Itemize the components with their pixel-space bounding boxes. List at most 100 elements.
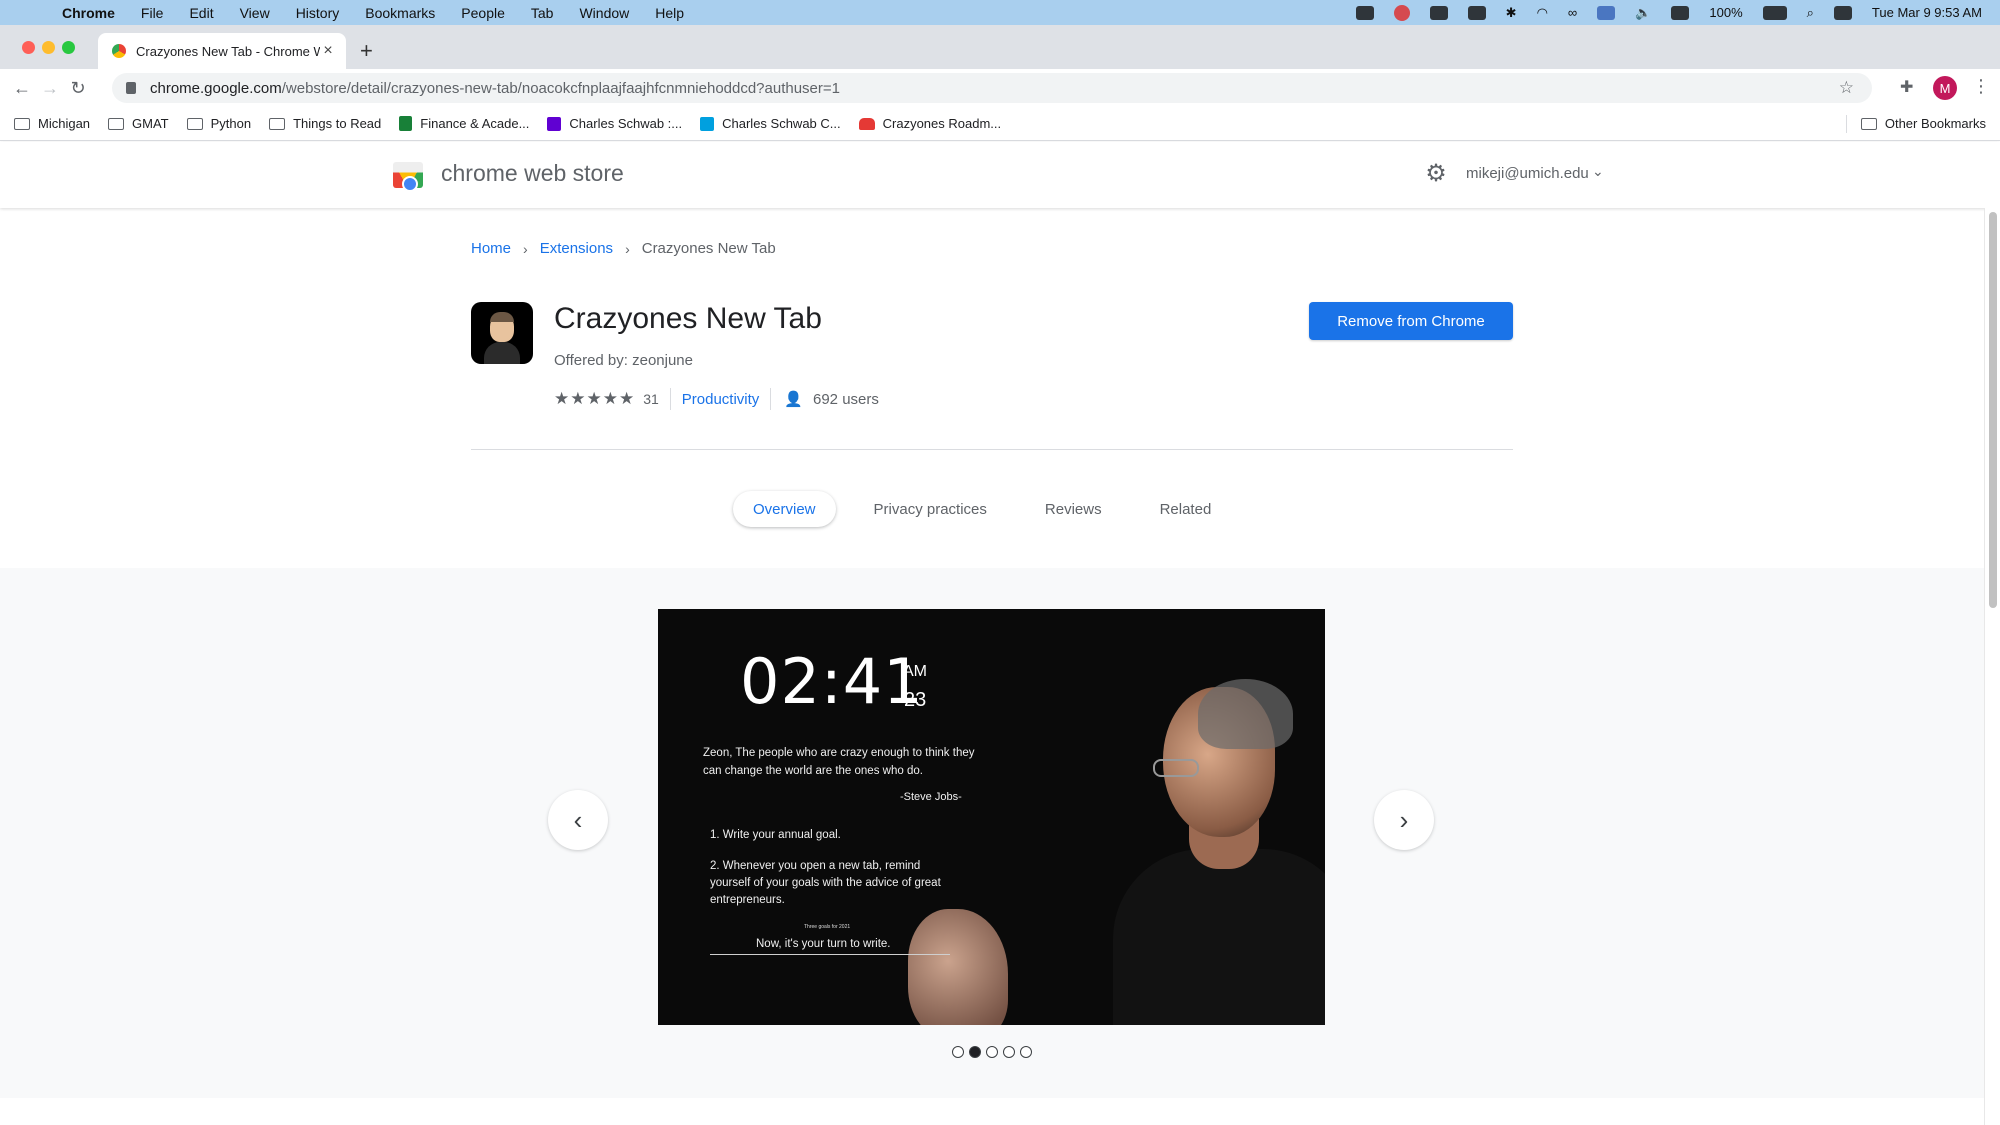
bookmark-finance[interactable]: Finance & Acade... (399, 116, 529, 131)
menu-edit[interactable]: Edit (189, 5, 213, 21)
volume-icon[interactable]: 🔈 (1635, 5, 1651, 21)
reload-button[interactable]: ↻ (64, 74, 92, 102)
bookmark-crazyones-roadmap[interactable]: Crazyones Roadm... (858, 116, 1001, 131)
carousel-dot[interactable] (986, 1046, 998, 1058)
other-bookmarks[interactable]: Other Bookmarks (1860, 116, 1986, 131)
bookmark-michigan[interactable]: Michigan (14, 116, 90, 131)
extension-title: Crazyones New Tab (554, 302, 822, 335)
portrait-hair (1198, 679, 1293, 749)
profile-avatar[interactable]: M (1933, 76, 1957, 100)
bookmark-label: Python (210, 116, 252, 131)
notification-icon[interactable] (1393, 4, 1410, 21)
wifi-icon[interactable]: ◠ (1537, 5, 1548, 21)
folder-icon (108, 117, 125, 130)
item-meta: ★★★★★ 31 Productivity 👤 692 users (554, 388, 879, 410)
back-button[interactable]: ← (8, 74, 36, 102)
previous-slide-button[interactable]: ‹ (548, 790, 608, 850)
close-tab-icon[interactable]: × (320, 42, 336, 60)
category-link[interactable]: Productivity (682, 391, 760, 408)
menu-app-chrome[interactable]: Chrome (62, 5, 115, 21)
flag-icon[interactable] (1597, 5, 1616, 20)
screenshot-goal-1: 1. Write your annual goal. (710, 829, 841, 841)
cloud-icon[interactable] (1467, 5, 1486, 20)
menu-view[interactable]: View (240, 5, 270, 21)
rating-stars[interactable]: ★★★★★ (554, 389, 635, 409)
tab-privacy-practices[interactable]: Privacy practices (854, 491, 1007, 527)
bookmarks-bar: Michigan GMAT Python Things to Read Fina… (0, 107, 2000, 141)
extension-icon-body (484, 342, 520, 364)
menu-clock[interactable]: Tue Mar 9 9:53 AM (1872, 5, 1982, 20)
store-title[interactable]: chrome web store (441, 160, 624, 187)
other-bookmarks-label: Other Bookmarks (1884, 116, 1986, 131)
menu-file[interactable]: File (141, 5, 164, 21)
bookmark-python[interactable]: Python (186, 116, 252, 131)
bookmark-label: Charles Schwab C... (722, 116, 841, 131)
scrollbar-thumb[interactable] (1989, 212, 1997, 608)
menu-people[interactable]: People (461, 5, 505, 21)
meta-divider (770, 388, 772, 410)
apple-menu-icon[interactable] (22, 4, 40, 22)
tab-overview[interactable]: Overview (733, 491, 836, 527)
breadcrumb-current: Crazyones New Tab (641, 240, 776, 257)
glasses-icon[interactable]: ∞ (1568, 5, 1577, 20)
macos-menu-bar: Chrome File Edit View History Bookmarks … (0, 0, 2000, 25)
portrait-hand (908, 909, 1008, 1025)
screenshot-prompt: Now, it's your turn to write. (756, 938, 891, 950)
battery-icon[interactable] (1762, 5, 1787, 20)
account-email[interactable]: mikeji@umich.edu (1466, 165, 1589, 182)
extensions-puzzle-icon[interactable]: ✚ (1900, 77, 1913, 97)
breadcrumb-extensions[interactable]: Extensions (540, 240, 613, 257)
user-count: 692 users (813, 390, 879, 408)
cloud-upload-icon[interactable] (1429, 5, 1448, 20)
menu-window[interactable]: Window (579, 5, 629, 21)
tab-reviews[interactable]: Reviews (1025, 491, 1122, 527)
spotlight-icon[interactable]: ⌕ (1807, 5, 1814, 21)
minimize-window-button[interactable] (42, 41, 55, 54)
schwab-icon (700, 116, 715, 131)
browser-tab-active[interactable]: Crazyones New Tab - Chrome Web Store × (98, 33, 346, 69)
chrome-menu-icon[interactable]: ⋮ (1972, 76, 1990, 97)
webstore-logo-icon[interactable] (393, 162, 423, 192)
gear-icon[interactable]: ⚙ (1424, 162, 1448, 186)
chevron-right-icon: › (523, 240, 528, 257)
portrait-image (1103, 649, 1325, 1025)
breadcrumb-home[interactable]: Home (471, 240, 511, 257)
url-host: chrome.google.com (150, 79, 282, 97)
carousel-dot[interactable] (1020, 1046, 1032, 1058)
carousel-dot[interactable] (1003, 1046, 1015, 1058)
forward-button[interactable]: → (36, 74, 64, 102)
screenshot-author: -Steve Jobs- (900, 791, 962, 803)
control-center-icon[interactable] (1833, 5, 1852, 20)
zoom-window-button[interactable] (62, 41, 75, 54)
battery-percent[interactable]: 100% (1709, 5, 1742, 20)
menu-help[interactable]: Help (655, 5, 684, 21)
screenshot-ampm: AM (903, 663, 927, 680)
gallery-screenshot: 02:41 AM 23 Zeon, The people who are cra… (658, 609, 1325, 1025)
close-window-button[interactable] (22, 41, 35, 54)
lock-icon[interactable] (126, 82, 136, 94)
detail-tabs: Overview Privacy practices Reviews Relat… (733, 491, 1249, 527)
bookmark-gmat[interactable]: GMAT (108, 116, 169, 131)
chevron-down-icon[interactable]: ⌄ (1592, 163, 1604, 180)
bluetooth-icon[interactable]: ✱ (1506, 5, 1517, 21)
address-bar[interactable]: chrome.google.com /webstore/detail/crazy… (112, 73, 1872, 103)
keyboard-icon[interactable] (1671, 5, 1690, 20)
new-tab-button[interactable]: + (360, 38, 373, 64)
screenshot-clock: 02:41 (740, 645, 924, 718)
menu-tab[interactable]: Tab (531, 5, 554, 21)
carousel-dot-active[interactable] (969, 1046, 981, 1058)
next-slide-button[interactable]: › (1374, 790, 1434, 850)
zoom-icon[interactable] (1355, 5, 1374, 20)
page-scrollbar[interactable] (1984, 208, 2000, 1125)
bookmark-schwab[interactable]: Charles Schwab C... (700, 116, 841, 131)
bookmark-things-to-read[interactable]: Things to Read (269, 116, 381, 131)
rating-count[interactable]: 31 (643, 391, 659, 407)
chevron-right-icon: › (625, 240, 630, 257)
menu-history[interactable]: History (296, 5, 340, 21)
tab-related[interactable]: Related (1140, 491, 1232, 527)
bookmark-schwab-yahoo[interactable]: Charles Schwab :... (547, 116, 682, 131)
bookmark-star-icon[interactable]: ☆ (1839, 78, 1854, 98)
remove-from-chrome-button[interactable]: Remove from Chrome (1309, 302, 1513, 340)
carousel-dot[interactable] (952, 1046, 964, 1058)
menu-bookmarks[interactable]: Bookmarks (365, 5, 435, 21)
